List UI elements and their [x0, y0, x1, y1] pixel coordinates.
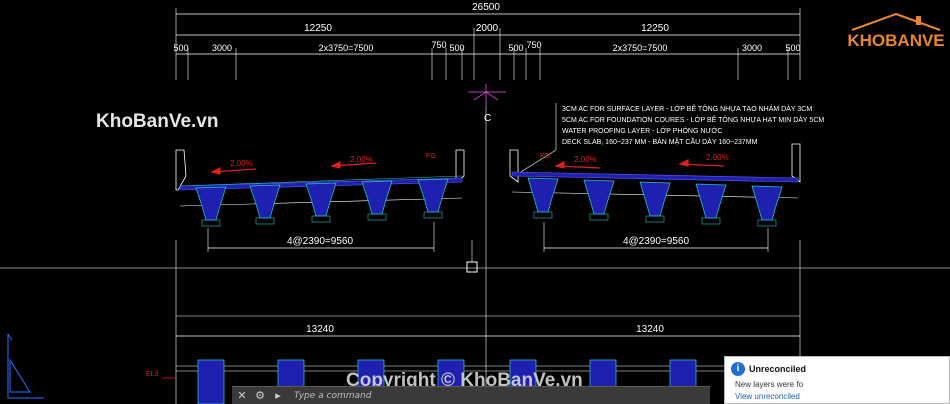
dim-deck-right-label: 13240 — [636, 324, 664, 335]
logo-text: KHOBANVE — [848, 31, 944, 50]
note-surface-layer: 3CM AC FOR SURFACE LAYER - LỚP BÊ TÔNG N… — [562, 104, 812, 113]
dim-left-2: 2x3750=7500 — [319, 43, 374, 53]
khobanve-logo: KHOBANVE — [848, 12, 944, 50]
notification-link[interactable]: View unreconciled — [735, 392, 800, 401]
slope-arrows — [210, 159, 725, 175]
dim-left-1: 3000 — [212, 43, 232, 53]
close-icon[interactable]: ✕ — [236, 390, 248, 402]
dim-left-4: 500 — [449, 43, 464, 53]
slope-label-1: 2.00% — [350, 155, 373, 164]
dim-right-0: 500 — [508, 43, 523, 53]
fg-label-left: FG — [426, 153, 436, 160]
prompt-icon[interactable]: ▸ — [272, 390, 284, 402]
notification-title: Unreconciled — [749, 364, 807, 374]
dim-median-label: 2000 — [476, 23, 499, 34]
ucs-icon — [7, 333, 44, 399]
dim-left-0: 500 — [173, 43, 188, 53]
watermark-top: KhoBanVe.vn — [96, 111, 219, 132]
fg-label-right: FG — [540, 153, 550, 160]
centerline-label: C — [484, 113, 491, 124]
pickbox-cursor — [466, 261, 478, 273]
right-girders — [527, 177, 783, 221]
notification-body: New layers were fo — [735, 380, 804, 389]
centerline-symbol — [468, 84, 506, 106]
dim-right-2: 2x3750=7500 — [613, 43, 668, 53]
cad-drawing-canvas[interactable]: 26500 12250 2000 12250 500 3000 2x3750=7… — [0, 0, 950, 404]
dim-right-4: 500 — [785, 43, 800, 53]
note-foundation-course: 5CM AC FOR FOUNDATION COURES - LỚP BÊ TÔ… — [562, 115, 824, 124]
slope-label-0: 2.00% — [230, 159, 253, 168]
dim-deck-left-label: 13240 — [306, 324, 334, 335]
note-waterproofing: WATER PROOFING LAYER - LỚP PHÒNG NƯỚC — [562, 126, 722, 135]
wrench-icon[interactable]: ⚙ — [254, 390, 266, 402]
dim-half-left-label: 12250 — [304, 23, 332, 34]
dim-total-label: 26500 — [472, 2, 500, 13]
info-icon: i — [731, 362, 745, 376]
dim-right-3: 3000 — [742, 43, 762, 53]
slope-label-3: 2.00% — [706, 153, 729, 162]
slope-label-2: 2.00% — [574, 155, 597, 164]
command-input[interactable]: Type a command — [294, 391, 371, 401]
dim-girder-right-label: 4@2390=9560 — [623, 236, 689, 247]
dim-half-right-label: 12250 — [641, 23, 669, 34]
level-label: EL3 — [146, 371, 159, 378]
dim-left-3: 750 — [431, 40, 446, 50]
notification-balloon[interactable]: i Unreconciled New layers were fo View u… — [724, 356, 950, 404]
dim-right-1: 750 — [526, 40, 541, 50]
command-line[interactable]: ✕ ⚙ ▸ Type a command — [232, 386, 710, 404]
dim-girder-left-label: 4@2390=9560 — [287, 236, 353, 247]
note-deck-slab: DECK SLAB, 160~237 MM - BẢN MẶT CẦU DÀY … — [562, 136, 758, 146]
